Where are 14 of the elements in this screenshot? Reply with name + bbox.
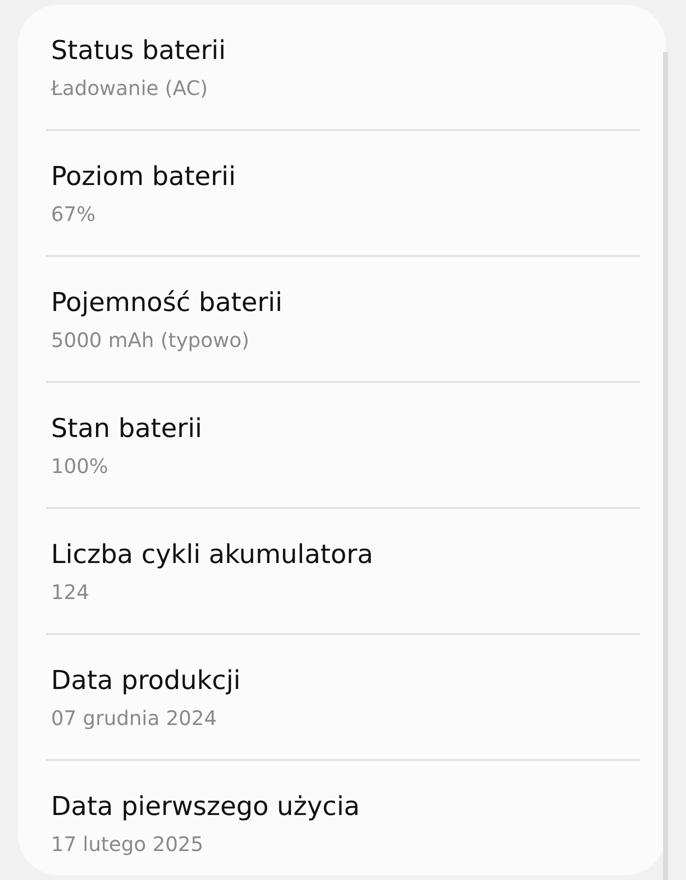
row-title: Poziom baterii bbox=[51, 161, 236, 194]
row-title: Stan baterii bbox=[51, 413, 202, 446]
row-title: Liczba cykli akumulatora bbox=[51, 539, 374, 572]
row-value: 124 bbox=[51, 579, 90, 606]
row-title: Data pierwszego użycia bbox=[51, 791, 360, 824]
row-value: 07 grudnia 2024 bbox=[51, 705, 217, 732]
row-value: Ładowanie (AC) bbox=[51, 75, 208, 102]
row-title: Pojemność baterii bbox=[51, 287, 282, 320]
row-value: 67% bbox=[51, 201, 96, 228]
row-value: 5000 mAh (typowo) bbox=[51, 327, 250, 354]
row-value: 17 lutego 2025 bbox=[51, 831, 204, 858]
row-title: Status baterii bbox=[51, 35, 226, 68]
row-title: Data produkcji bbox=[51, 665, 241, 698]
row-value: 100% bbox=[51, 453, 108, 480]
